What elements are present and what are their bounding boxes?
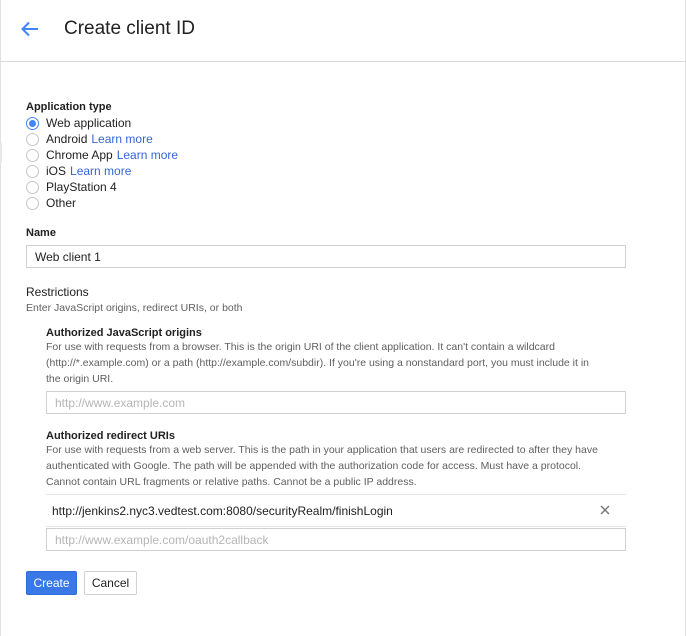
radio-label: Chrome App [46, 148, 113, 162]
help-line: For use with requests from a web server.… [46, 444, 598, 456]
js-origins-label: Authorized JavaScript origins [46, 327, 202, 339]
restrictions-title: Restrictions [26, 285, 89, 299]
header: Create client ID [0, 0, 686, 62]
page-title: Create client ID [64, 18, 195, 39]
radio-chrome-app[interactable]: Chrome App Learn more [26, 147, 178, 163]
name-input[interactable] [26, 245, 626, 268]
android-learn-more-link[interactable]: Learn more [91, 132, 152, 146]
radio-label: Web application [46, 116, 132, 130]
close-icon [600, 502, 610, 520]
redirect-uri-input[interactable] [46, 528, 626, 551]
radio-playstation-4[interactable]: PlayStation 4 [26, 179, 117, 195]
create-button[interactable]: Create [26, 571, 77, 595]
redirect-uri-entry: http://jenkins2.nyc3.vedtest.com:8080/se… [46, 494, 626, 527]
redirect-uri-value[interactable]: http://jenkins2.nyc3.vedtest.com:8080/se… [52, 504, 393, 518]
sidebar-edge-divider [0, 143, 2, 163]
radio-label: iOS [46, 164, 67, 178]
radio-label: PlayStation 4 [46, 180, 117, 194]
help-line: authenticated with Google. The path will… [46, 460, 582, 472]
radio-unselected-icon[interactable] [26, 196, 39, 210]
redirect-uris-label: Authorized redirect URIs [46, 430, 175, 442]
help-line: the origin URI. [46, 373, 114, 385]
help-line: For use with requests from a browser. Th… [46, 341, 555, 353]
name-label: Name [26, 227, 56, 239]
js-origins-help: For use with requests from a browser. Th… [46, 339, 631, 387]
restrictions-subtitle: Enter JavaScript origins, redirect URIs,… [26, 302, 243, 314]
radio-other[interactable]: Other [26, 195, 76, 211]
arrow-back-icon [21, 21, 39, 42]
js-origin-input[interactable] [46, 391, 626, 414]
chrome-app-learn-more-link[interactable]: Learn more [117, 148, 178, 162]
help-line: Cannot contain URL fragments or relative… [46, 476, 417, 488]
radio-unselected-icon[interactable] [26, 148, 39, 162]
radio-unselected-icon[interactable] [26, 164, 39, 178]
ios-learn-more-link[interactable]: Learn more [70, 164, 131, 178]
radio-selected-icon[interactable] [26, 116, 39, 130]
radio-ios[interactable]: iOS Learn more [26, 163, 131, 179]
radio-unselected-icon[interactable] [26, 180, 39, 194]
application-type-label: Application type [26, 101, 112, 113]
back-button[interactable] [16, 17, 44, 45]
radio-label: Android [46, 132, 88, 146]
radio-web-application[interactable]: Web application [26, 115, 131, 131]
radio-unselected-icon[interactable] [26, 132, 39, 146]
help-line: (http://*.example.com) or a path (http:/… [46, 357, 590, 369]
cancel-button[interactable]: Cancel [84, 571, 137, 595]
remove-redirect-uri-button[interactable] [598, 504, 612, 518]
redirect-uris-help: For use with requests from a web server.… [46, 442, 631, 490]
radio-label: Other [46, 196, 77, 210]
radio-android[interactable]: Android Learn more [26, 131, 153, 147]
